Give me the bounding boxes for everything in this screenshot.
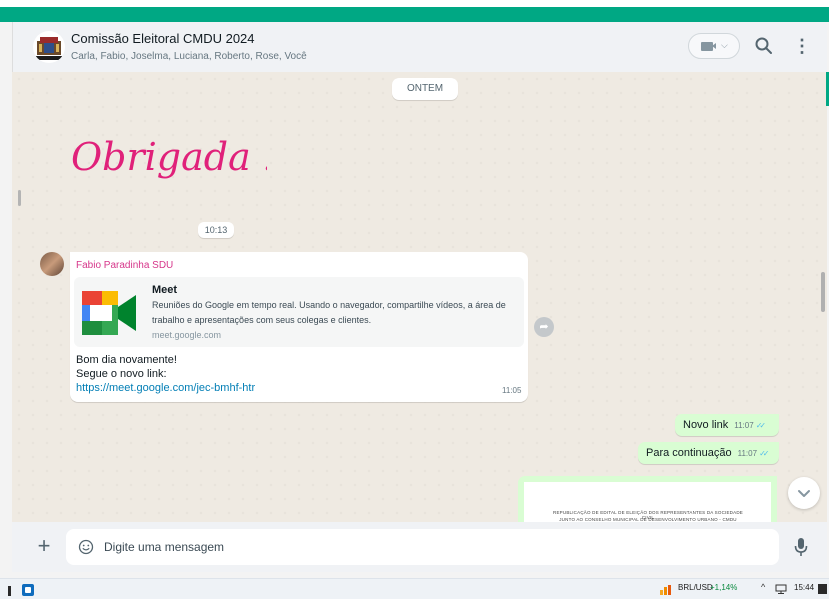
message-text-line: Bom dia novamente! bbox=[76, 354, 177, 366]
message-input-box[interactable] bbox=[66, 529, 779, 565]
network-icon[interactable] bbox=[775, 584, 787, 594]
group-avatar[interactable] bbox=[33, 31, 65, 63]
currency-pair[interactable]: BRL/USD bbox=[678, 583, 713, 592]
emoji-icon[interactable] bbox=[78, 539, 94, 555]
thanks-sticker[interactable]: Obrigada ! bbox=[67, 110, 278, 190]
message-text-line: Segue o novo link: bbox=[76, 368, 167, 380]
voice-message-button[interactable] bbox=[792, 535, 810, 559]
outlook-app-icon[interactable] bbox=[22, 584, 34, 596]
message-list[interactable]: ONTEM Obrigada ! 10:13 Fabio Paradinha S… bbox=[12, 72, 827, 522]
sticker-text: Obrigada ! bbox=[71, 135, 267, 179]
message-input[interactable] bbox=[104, 529, 704, 565]
group-members[interactable]: Carla, Fabio, Joselma, Luciana, Roberto,… bbox=[71, 51, 307, 62]
search-button[interactable] bbox=[753, 35, 775, 57]
meet-link[interactable]: https://meet.google.com/jec-bmhf-htr bbox=[76, 382, 255, 394]
forward-button[interactable]: ➦ bbox=[534, 317, 554, 337]
forward-icon: ➦ bbox=[539, 321, 549, 333]
read-receipt-icon: ✓✓ bbox=[759, 449, 770, 458]
message-time: 11:05 bbox=[502, 386, 522, 395]
tray-chevron-icon[interactable]: ^ bbox=[761, 582, 765, 592]
preview-title: Meet bbox=[152, 284, 178, 296]
os-taskbar: BRL/USD +1,14% ^ 15:44 bbox=[0, 578, 829, 599]
scroll-to-bottom-button[interactable] bbox=[788, 477, 820, 509]
left-edge-marker bbox=[18, 190, 21, 206]
clock[interactable]: 15:44 bbox=[794, 583, 814, 592]
incoming-message[interactable]: Fabio Paradinha SDU Meet Reuniões do Goo… bbox=[70, 252, 528, 402]
preview-domain: meet.google.com bbox=[152, 330, 222, 340]
video-camera-icon bbox=[701, 42, 716, 51]
google-meet-icon bbox=[82, 291, 136, 335]
currency-change: +1,14% bbox=[710, 583, 738, 592]
message-text: Novo link bbox=[683, 419, 729, 431]
currency-chart-icon bbox=[660, 585, 671, 595]
chevron-down-icon bbox=[798, 490, 810, 497]
document-message[interactable]: REPUBLICAÇÃO DE EDITAL DE ELEIÇÃO DOS RE… bbox=[518, 476, 777, 522]
taskbar-indicator bbox=[8, 586, 11, 596]
sender-avatar[interactable] bbox=[40, 252, 64, 276]
message-composer: + bbox=[12, 522, 827, 572]
date-divider: ONTEM bbox=[392, 78, 458, 100]
menu-button[interactable]: ⋮ bbox=[793, 35, 811, 57]
time-divider: 10:13 bbox=[198, 222, 234, 238]
window-top-edge bbox=[0, 0, 829, 7]
search-icon bbox=[755, 37, 772, 54]
message-text: Para continuação bbox=[646, 447, 732, 459]
sender-name[interactable]: Fabio Paradinha SDU bbox=[76, 260, 173, 271]
microphone-icon bbox=[794, 538, 808, 556]
scrollbar-thumb[interactable] bbox=[821, 272, 825, 312]
chevron-down-icon: ⌵ bbox=[721, 40, 728, 50]
sticker-image: Obrigada ! bbox=[71, 135, 278, 179]
document-thumbnail[interactable]: REPUBLICAÇÃO DE EDITAL DE ELEIÇÃO DOS RE… bbox=[524, 482, 771, 522]
notifications-icon[interactable] bbox=[818, 584, 827, 594]
read-receipt-icon: ✓✓ bbox=[755, 421, 767, 430]
link-preview-card[interactable]: Meet Reuniões do Google em tempo real. U… bbox=[74, 277, 524, 347]
chat-header[interactable]: Comissão Eleitoral CMDU 2024 Carla, Fabi… bbox=[12, 22, 827, 72]
outgoing-message[interactable]: Novo link 11:07 ✓✓ bbox=[675, 414, 779, 436]
attach-button[interactable]: + bbox=[32, 535, 56, 559]
chat-title[interactable]: Comissão Eleitoral CMDU 2024 bbox=[71, 31, 255, 46]
outgoing-message[interactable]: Para continuação 11:07 ✓✓ bbox=[638, 442, 779, 464]
preview-description: Reuniões do Google em tempo real. Usando… bbox=[152, 300, 506, 325]
message-time: 11:07 bbox=[737, 449, 758, 458]
city-crest-icon bbox=[36, 37, 62, 60]
video-call-button[interactable]: ⌵ bbox=[688, 33, 740, 59]
message-time: 11:07 bbox=[734, 421, 754, 430]
